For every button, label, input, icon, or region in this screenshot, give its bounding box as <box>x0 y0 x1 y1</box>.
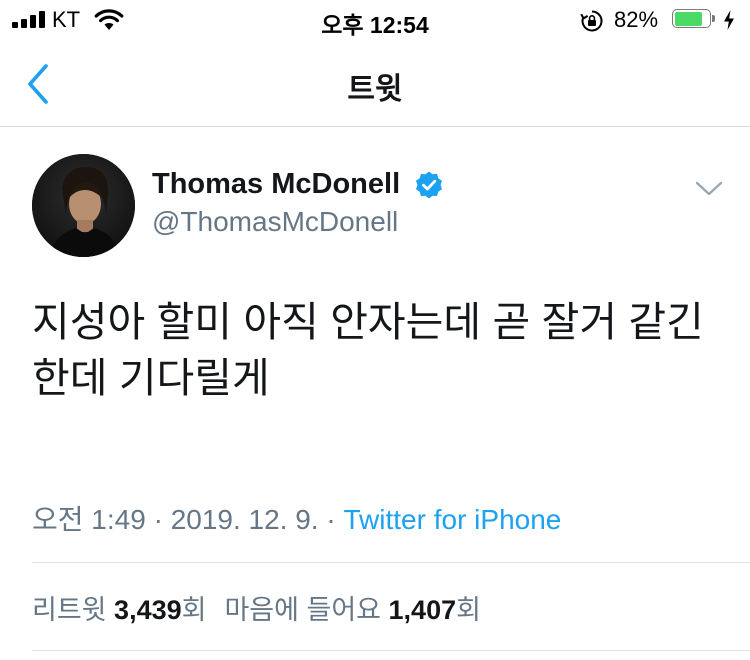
battery-level-fill <box>674 11 703 26</box>
chevron-down-icon <box>695 181 723 196</box>
tweet-time: 오전 1:49 <box>32 504 146 535</box>
meta-separator: · <box>145 504 171 535</box>
tweet-date: 2019. 12. 9. <box>170 504 319 535</box>
charging-bolt-icon <box>724 10 734 30</box>
retweet-count: 3,439 <box>114 595 182 625</box>
tweet-text-line: 지성아 할미 아직 안자는데 곧 잘거 같긴 <box>32 299 704 345</box>
like-label: 마음에 들어요 <box>224 595 382 625</box>
meta-separator: · <box>318 504 344 535</box>
retweet-stat[interactable]: 리트윗 3,439회 <box>32 595 206 625</box>
page-title: 트윗 <box>347 73 403 106</box>
more-options-button[interactable] <box>690 174 728 202</box>
user-handle[interactable]: @ThomasMcDonell <box>152 206 398 238</box>
nav-bar: 트윗 <box>0 40 750 127</box>
tweet-stats: 리트윗 3,439회 마음에 들어요 1,407회 <box>32 588 481 627</box>
divider <box>32 562 750 563</box>
rotation-lock-icon <box>580 10 603 32</box>
tweet-source-link[interactable]: Twitter for iPhone <box>343 504 561 535</box>
profile-photo <box>32 154 135 257</box>
divider <box>32 650 750 651</box>
like-count: 1,407 <box>388 595 457 625</box>
battery-icon <box>672 9 716 30</box>
tweet-text-line: 한데 기다릴게 <box>32 355 270 401</box>
verified-badge-icon <box>416 171 442 199</box>
like-stat[interactable]: 마음에 들어요 1,407회 <box>224 595 480 625</box>
avatar[interactable] <box>32 154 135 257</box>
retweet-suffix: 회 <box>181 595 207 625</box>
like-suffix: 회 <box>456 595 481 625</box>
battery-percent: 82% <box>614 7 659 32</box>
retweet-label: 리트윗 <box>32 595 107 625</box>
tweet-metadata: 오전 1:49 · 2019. 12. 9. · Twitter for iPh… <box>32 498 561 538</box>
display-name[interactable]: Thomas McDonell <box>152 168 400 201</box>
tweet-text: 지성아 할미 아직 안자는데 곧 잘거 같긴 한데 기다릴게 <box>32 294 722 406</box>
status-bar: KT 오후 12:54 82% <box>0 0 750 40</box>
